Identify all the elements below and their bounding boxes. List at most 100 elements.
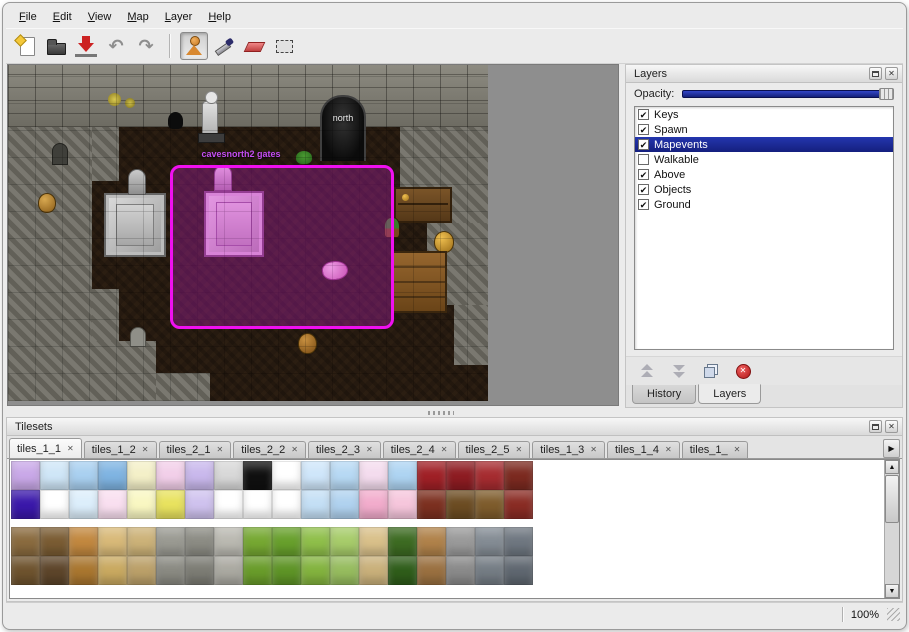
tileset-tile[interactable] [417,461,446,490]
tileset-tile[interactable] [446,490,475,519]
tileset-tile[interactable] [446,556,475,585]
scroll-up-button[interactable]: ▲ [885,460,899,474]
close-tab-icon[interactable]: ✕ [516,446,523,454]
tileset-tab-tiles_1[interactable]: tiles_1_✕ [682,441,749,458]
close-tab-icon[interactable]: ✕ [366,446,373,454]
tab-layers[interactable]: Layers [698,384,761,404]
tileset-tab-tiles_2_5[interactable]: tiles_2_5✕ [458,441,531,458]
layer-visibility-checkbox[interactable]: ✔ [638,124,649,135]
splitter-grip[interactable] [428,411,454,415]
tileset-tile[interactable] [69,461,98,490]
layer-visibility-checkbox[interactable]: ✔ [638,139,649,150]
tileset-tile[interactable] [127,556,156,585]
rect-select-tool-button[interactable] [270,32,298,60]
menu-map[interactable]: Map [120,8,155,26]
menu-file[interactable]: File [12,8,44,26]
float-panel-button[interactable] [869,67,882,80]
tileset-tile[interactable] [417,556,446,585]
tileset-tile[interactable] [359,556,388,585]
close-panel-button[interactable]: ✕ [885,420,898,433]
tileset-tile[interactable] [504,556,533,585]
tileset-tile[interactable] [185,527,214,556]
tileset-tile[interactable] [504,527,533,556]
tileset-tile[interactable] [359,527,388,556]
tileset-tile[interactable] [185,490,214,519]
tab-history[interactable]: History [632,385,696,404]
tileset-tile[interactable] [504,461,533,490]
tileset-tile[interactable] [127,461,156,490]
tileset-tile[interactable] [156,527,185,556]
tileset-tile[interactable] [272,556,301,585]
tileset-tile[interactable] [156,490,185,519]
tileset-tile[interactable] [475,490,504,519]
tileset-tile[interactable] [156,556,185,585]
resize-grip[interactable] [887,608,900,621]
tileset-tile[interactable] [214,490,243,519]
layer-row-mapevents[interactable]: ✔Mapevents [635,137,893,152]
close-tab-icon[interactable]: ✕ [217,446,224,454]
scrollbar-thumb[interactable] [885,475,899,523]
tileset-tile[interactable] [330,461,359,490]
close-tab-icon[interactable]: ✕ [291,446,298,454]
layer-row-above[interactable]: ✔Above [635,167,893,182]
tileset-tile[interactable] [98,461,127,490]
tileset-content[interactable]: ▲ ▼ [9,459,900,599]
layer-visibility-checkbox[interactable]: ✔ [638,109,649,120]
tileset-tab-tiles_1_4[interactable]: tiles_1_4✕ [607,441,680,458]
tileset-tile[interactable] [388,527,417,556]
layer-visibility-checkbox[interactable]: ✔ [638,169,649,180]
tileset-tile[interactable] [417,527,446,556]
menu-view[interactable]: View [81,8,119,26]
tileset-tile[interactable] [11,461,40,490]
tileset-tab-tiles_2_3[interactable]: tiles_2_3✕ [308,441,381,458]
tileset-tile[interactable] [185,461,214,490]
tileset-tile[interactable] [388,556,417,585]
close-panel-button[interactable]: ✕ [885,67,898,80]
layer-row-keys[interactable]: ✔Keys [635,107,893,122]
tileset-tile[interactable] [127,527,156,556]
scroll-down-button[interactable]: ▼ [885,584,899,598]
tileset-tile[interactable] [243,556,272,585]
eraser-tool-button[interactable] [240,32,268,60]
delete-layer-button[interactable]: ✕ [734,363,752,379]
open-file-button[interactable] [42,32,70,60]
tileset-tab-tiles_1_2[interactable]: tiles_1_2✕ [84,441,157,458]
tileset-tile[interactable] [214,556,243,585]
tileset-tile[interactable] [301,461,330,490]
tileset-tile[interactable] [301,527,330,556]
tileset-tile[interactable] [11,556,40,585]
tileset-tile[interactable] [40,490,69,519]
tileset-tile[interactable] [11,490,40,519]
lower-layer-button[interactable] [670,363,688,379]
tileset-tile[interactable] [243,490,272,519]
menu-layer[interactable]: Layer [158,8,200,26]
tileset-tile[interactable] [98,490,127,519]
stamp-tool-button[interactable] [180,32,208,60]
layer-visibility-checkbox[interactable]: ✔ [638,184,649,195]
tileset-tile[interactable] [40,527,69,556]
tileset-tile[interactable] [40,461,69,490]
tileset-tile[interactable] [330,490,359,519]
tileset-tile[interactable] [475,461,504,490]
tileset-tile[interactable] [69,490,98,519]
tileset-tile[interactable] [330,527,359,556]
opacity-slider[interactable] [682,88,894,100]
tileset-tab-tiles_1_3[interactable]: tiles_1_3✕ [532,441,605,458]
tileset-tile[interactable] [40,556,69,585]
tileset-tile[interactable] [11,527,40,556]
brush-tool-button[interactable] [210,32,238,60]
close-tab-icon[interactable]: ✕ [734,446,741,454]
opacity-slider-handle[interactable] [879,88,894,100]
layer-visibility-checkbox[interactable]: ✔ [638,199,649,210]
layer-row-ground[interactable]: ✔Ground [635,197,893,212]
tileset-tab-tiles_1_1[interactable]: tiles_1_1✕ [9,438,82,458]
tileset-tab-tiles_2_4[interactable]: tiles_2_4✕ [383,441,456,458]
map-viewport[interactable]: north cavesnorth2 gates [7,64,619,406]
new-file-button[interactable] [12,32,40,60]
tileset-tile[interactable] [69,527,98,556]
tileset-tile[interactable] [127,490,156,519]
tileset-tile[interactable] [243,461,272,490]
tileset-tile[interactable] [504,490,533,519]
save-file-button[interactable] [72,32,100,60]
float-panel-button[interactable] [869,420,882,433]
